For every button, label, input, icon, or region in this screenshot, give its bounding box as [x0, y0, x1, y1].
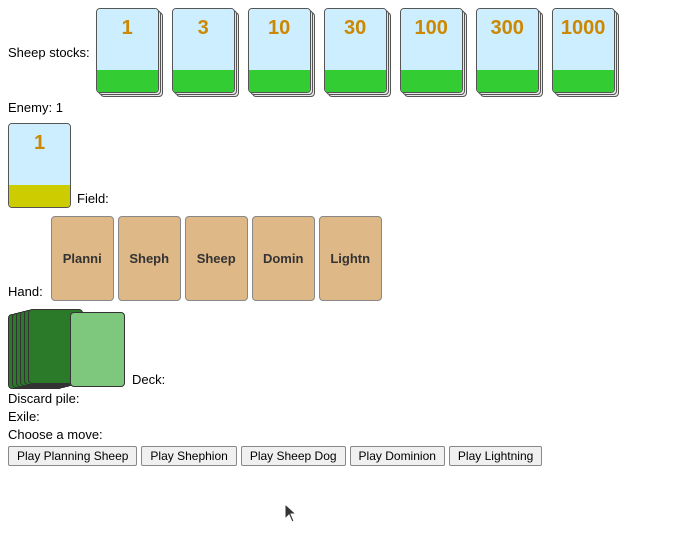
enemy-value: 1 [56, 100, 63, 115]
card-grass [477, 70, 538, 92]
card-grass [553, 70, 614, 92]
hand-card: Sheph [118, 216, 181, 301]
discard-line: Discard pile: [8, 391, 688, 406]
card-number: 10 [249, 17, 310, 40]
btn-dominion[interactable]: Play Dominion [350, 446, 445, 466]
discard-label: Discard pile: [8, 391, 80, 406]
stocks-row: Sheep stocks: 1 3 10 [8, 8, 688, 98]
card-number: 100 [401, 17, 462, 40]
stock-top-card: 3 [172, 8, 235, 93]
deck-pile [8, 309, 128, 389]
field-row: 1 Field: [8, 123, 688, 208]
btn-lightning[interactable]: Play Lightning [449, 446, 542, 466]
stock-top-card: 10 [248, 8, 311, 93]
deck-row: Deck: [8, 309, 688, 389]
cursor [285, 504, 297, 522]
hand-card: Planni [51, 216, 114, 301]
exile-line: Exile: [8, 409, 688, 424]
card-number: 3 [173, 17, 234, 40]
moves-row: Play Planning SheepPlay ShephionPlay She… [8, 446, 688, 466]
stock-card-stack: 3 [172, 8, 240, 98]
field-label: Field: [77, 191, 109, 208]
hand-row: Hand: PlanniShephSheepDominLightn [8, 216, 688, 301]
btn-planning-sheep[interactable]: Play Planning Sheep [8, 446, 137, 466]
stock-card-stack: 1000 [552, 8, 620, 98]
stock-top-card: 1 [96, 8, 159, 93]
stock-top-card: 1000 [552, 8, 615, 93]
hand-card: Domin [252, 216, 315, 301]
btn-sheep-dog[interactable]: Play Sheep Dog [241, 446, 346, 466]
field-card: 1 [8, 123, 71, 208]
stocks-cards: 1 3 10 30 [96, 8, 624, 98]
card-number: 300 [477, 17, 538, 40]
enemy-label: Enemy: [8, 100, 52, 115]
deck-label: Deck: [132, 372, 165, 389]
card-grass [325, 70, 386, 92]
hand-label: Hand: [8, 284, 43, 301]
stock-card-stack: 100 [400, 8, 468, 98]
stock-card-stack: 10 [248, 8, 316, 98]
stock-card-stack: 1 [96, 8, 164, 98]
choose-label: Choose a move: [8, 427, 688, 442]
hand-card: Lightn [319, 216, 382, 301]
stock-card-stack: 300 [476, 8, 544, 98]
deck-card-top [70, 312, 125, 387]
stock-top-card: 30 [324, 8, 387, 93]
stock-top-card: 100 [400, 8, 463, 93]
main-container: Sheep stocks: 1 3 10 [0, 0, 696, 474]
card-number: 1 [97, 17, 158, 40]
enemy-line: Enemy: 1 [8, 100, 688, 115]
btn-shephion[interactable]: Play Shephion [141, 446, 236, 466]
stock-top-card: 300 [476, 8, 539, 93]
card-number: 30 [325, 17, 386, 40]
field-card-value: 1 [9, 132, 70, 155]
stock-card-stack: 30 [324, 8, 392, 98]
card-grass [249, 70, 310, 92]
card-grass [97, 70, 158, 92]
card-grass [173, 70, 234, 92]
exile-label: Exile: [8, 409, 40, 424]
field-grass [9, 185, 70, 207]
hand-card: Sheep [185, 216, 248, 301]
stocks-label: Sheep stocks: [8, 8, 90, 98]
card-grass [401, 70, 462, 92]
card-number: 1000 [553, 17, 614, 40]
